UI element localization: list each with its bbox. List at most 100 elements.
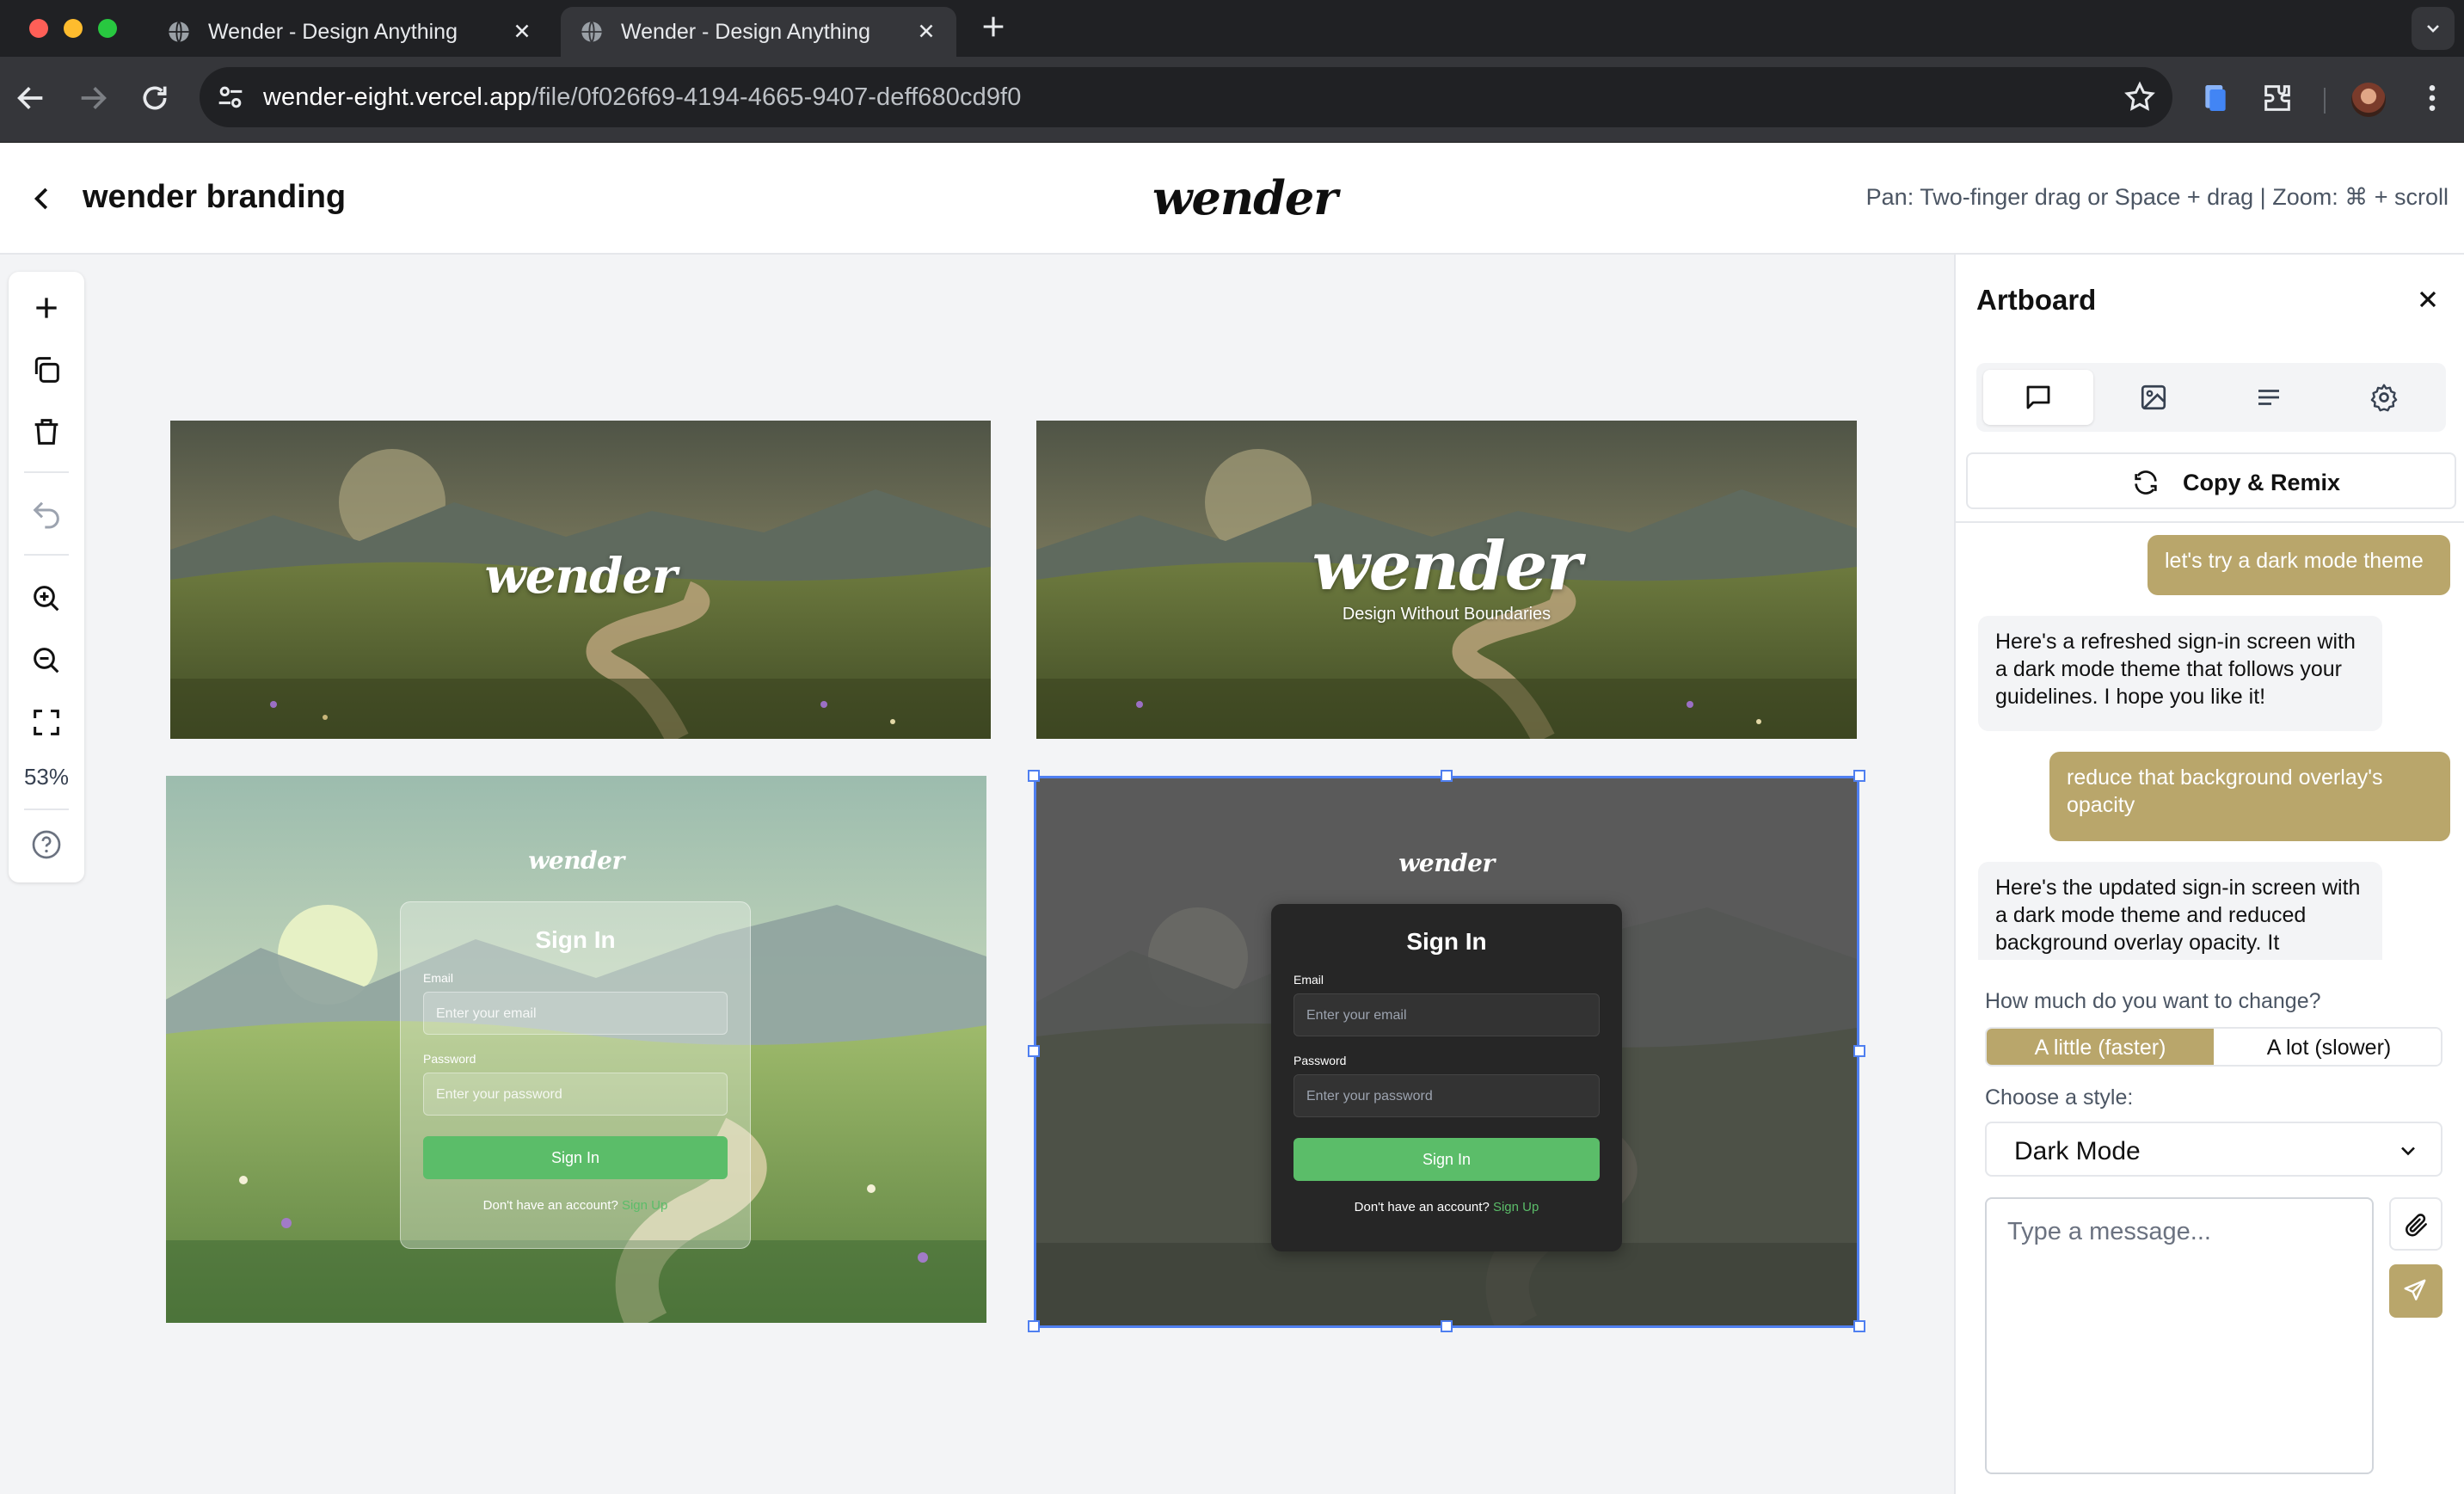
pan-zoom-hint: Pan: Two-finger drag or Space + drag | Z… [1865, 184, 2449, 210]
url-text: wender-eight.vercel.app/file/0f026f69-41… [263, 83, 1021, 112]
close-icon[interactable] [2414, 286, 2442, 313]
option-a-lot[interactable]: A lot (slower) [2215, 1029, 2441, 1065]
bookmark-star-icon[interactable] [2123, 80, 2157, 114]
banner-tagline: Design Without Boundaries [1342, 605, 1552, 624]
site-settings-icon[interactable] [213, 80, 248, 114]
address-bar[interactable]: wender-eight.vercel.app/file/0f026f69-41… [200, 67, 2172, 127]
file-title: wender branding [83, 179, 347, 215]
artboard-signin-dark[interactable]: wender Sign In Email Enter your email Pa… [1036, 778, 1857, 1325]
toolbar-divider [2324, 88, 2326, 114]
url-host: wender-eight.vercel.app [263, 83, 532, 111]
add-icon[interactable] [29, 291, 64, 325]
undo-icon[interactable] [29, 497, 64, 532]
zoom-level[interactable]: 53% [9, 764, 84, 790]
tab-chat[interactable] [1983, 370, 2093, 425]
style-select[interactable]: Dark Mode [1985, 1122, 2442, 1177]
tab-search-button[interactable] [2412, 7, 2455, 50]
forward-arrow-icon[interactable] [76, 81, 110, 115]
chat-message-user: reduce that background overlay's opacity [2049, 752, 2450, 841]
resize-handle-right[interactable] [1853, 1045, 1865, 1057]
browser-tab-bar: Wender - Design Anything Wender - Design… [0, 0, 2464, 57]
resize-handle-bottom[interactable] [1441, 1320, 1453, 1332]
tab-image[interactable] [2098, 370, 2209, 425]
artboard-banner-1[interactable]: wender [170, 421, 991, 739]
signup-link[interactable]: Sign Up [1493, 1200, 1539, 1214]
rail-divider [24, 554, 69, 556]
resize-handle-bottom-right[interactable] [1853, 1320, 1865, 1332]
resize-handle-top-right[interactable] [1853, 770, 1865, 782]
signin-button[interactable]: Sign In [1293, 1138, 1600, 1181]
rail-divider [24, 471, 69, 473]
new-tab-icon[interactable] [979, 12, 1008, 41]
password-label: Password [1293, 1054, 1347, 1067]
tab-settings[interactable] [2329, 370, 2439, 425]
signup-text: Don't have an account? [482, 1198, 618, 1213]
browser-tab-2[interactable]: Wender - Design Anything [561, 7, 956, 57]
chat-icon [2026, 385, 2050, 409]
browser-toolbar: wender-eight.vercel.app/file/0f026f69-41… [0, 57, 2464, 143]
banner-logo: wender [1312, 527, 1582, 606]
browser-tab-1[interactable]: Wender - Design Anything [148, 7, 552, 57]
zoom-out-icon[interactable] [29, 643, 64, 678]
app-logo[interactable]: wender [1152, 170, 1338, 225]
signup-text: Don't have an account? [1354, 1200, 1490, 1214]
copy-remix-label: Copy & Remix [2183, 470, 2341, 495]
style-label: Choose a style: [1985, 1085, 2134, 1110]
email-field[interactable]: Enter your email [1293, 993, 1600, 1036]
signup-link[interactable]: Sign Up [622, 1198, 667, 1213]
chevron-down-icon [2427, 25, 2439, 33]
maximize-window-button[interactable] [98, 19, 117, 38]
artboard-signin-light[interactable]: wender Sign In Email Enter your email Pa… [166, 776, 986, 1323]
artboard-banner-2[interactable]: wender Design Without Boundaries [1036, 421, 1857, 739]
chat-history[interactable]: let's try a dark mode theme Here's a ref… [1956, 521, 2464, 960]
close-tab-icon[interactable] [915, 20, 937, 42]
signin-logo: wender [1398, 849, 1495, 877]
email-field[interactable]: Enter your email [423, 992, 728, 1035]
send-button[interactable] [2389, 1264, 2442, 1318]
copy-remix-button[interactable]: Copy & Remix [1966, 452, 2456, 509]
more-menu-icon[interactable] [2415, 81, 2449, 115]
resize-handle-left[interactable] [1028, 1045, 1040, 1057]
duplicate-icon[interactable] [29, 353, 64, 387]
option-a-little[interactable]: A little (faster) [1987, 1029, 2214, 1065]
text-align-icon [2258, 390, 2279, 405]
signin-card: Sign In Email Enter your email Password … [400, 901, 751, 1249]
resize-handle-top-left[interactable] [1028, 770, 1040, 782]
back-arrow-icon[interactable] [14, 81, 48, 115]
artboard-panel: Artboard Copy & Remix let's try a dark m… [1954, 255, 2464, 1494]
profile-avatar[interactable] [2351, 83, 2386, 117]
back-chevron-icon[interactable] [26, 182, 58, 215]
signin-title: Sign In [535, 926, 616, 953]
reload-icon[interactable] [138, 81, 172, 115]
gear-icon [2370, 384, 2398, 412]
chat-message-user: let's try a dark mode theme [2148, 535, 2450, 595]
tab-title: Wender - Design Anything [621, 19, 870, 44]
panel-tabs [1976, 363, 2446, 432]
signup-prompt: Don't have an account? Sign Up [1293, 1200, 1600, 1214]
signin-button[interactable]: Sign In [423, 1136, 728, 1179]
message-input[interactable] [1985, 1197, 2374, 1474]
resize-handle-bottom-left[interactable] [1028, 1320, 1040, 1332]
paperclip-icon [2406, 1214, 2427, 1237]
email-label: Email [1293, 973, 1324, 987]
globe-icon [581, 21, 602, 43]
password-field[interactable]: Enter your password [1293, 1074, 1600, 1117]
fit-screen-icon[interactable] [29, 705, 64, 740]
extensions-puzzle-icon[interactable] [2260, 81, 2295, 115]
tab-text[interactable] [2214, 370, 2324, 425]
extension-document-icon[interactable] [2198, 81, 2233, 115]
trash-icon[interactable] [29, 415, 64, 449]
signup-prompt: Don't have an account? Sign Up [423, 1198, 728, 1213]
minimize-window-button[interactable] [64, 19, 83, 38]
close-tab-icon[interactable] [511, 20, 533, 42]
zoom-in-icon[interactable] [29, 581, 64, 616]
help-icon[interactable] [29, 827, 64, 862]
change-amount-toggle: A little (faster) A lot (slower) [1985, 1027, 2442, 1067]
attach-button[interactable] [2389, 1197, 2442, 1251]
chevron-down-icon [2401, 1147, 2415, 1156]
password-field[interactable]: Enter your password [423, 1073, 728, 1116]
app-header: wender branding wender Pan: Two-finger d… [0, 143, 2464, 255]
resize-handle-top[interactable] [1441, 770, 1453, 782]
url-path: /file/0f026f69-4194-4665-9407-deff680cd9… [531, 83, 1022, 111]
close-window-button[interactable] [29, 19, 48, 38]
